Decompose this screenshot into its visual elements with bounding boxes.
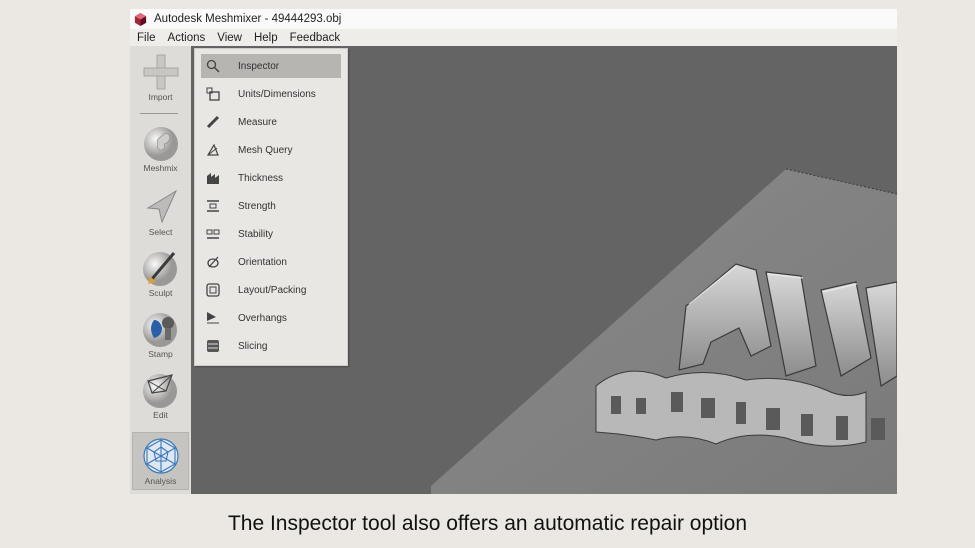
menu-item-label: Thickness <box>238 172 284 184</box>
thickness-icon <box>205 170 221 186</box>
orientation-icon <box>205 254 221 270</box>
slicing-icon <box>205 338 221 354</box>
menu-item-mesh-query[interactable]: Mesh Query <box>201 138 341 162</box>
magnifier-icon <box>205 58 221 74</box>
overhangs-icon <box>205 310 221 326</box>
menu-item-label: Layout/Packing <box>238 284 307 296</box>
menu-item-measure[interactable]: Measure <box>201 110 341 134</box>
meshmix-bunny-icon <box>143 127 178 161</box>
menu-item-label: Inspector <box>238 60 280 72</box>
ruler-icon <box>205 114 221 130</box>
sculpt-button[interactable]: Sculpt <box>130 249 191 298</box>
edit-icon <box>142 374 177 408</box>
plus-icon <box>143 54 178 90</box>
menu-file[interactable]: File <box>137 32 156 44</box>
menu-item-label: Overhangs <box>238 312 287 324</box>
menu-actions[interactable]: Actions <box>168 32 206 44</box>
import-label: Import <box>148 92 173 102</box>
menu-item-stability[interactable]: Stability <box>201 222 341 246</box>
menu-item-label: Units/Dimensions <box>238 88 316 100</box>
layout-packing-icon <box>205 282 221 298</box>
menu-view[interactable]: View <box>217 32 242 44</box>
edit-label: Edit <box>153 410 168 420</box>
menu-item-label: Strength <box>238 200 276 212</box>
meshmix-label: Meshmix <box>143 163 178 173</box>
select-button[interactable]: Select <box>130 188 191 237</box>
title-bar: Autodesk Meshmixer - 49444293.obj <box>130 9 897 29</box>
menu-item-thickness[interactable]: Thickness <box>201 166 341 190</box>
menu-bar: File Actions View Help Feedback <box>130 29 897 46</box>
mesh-query-icon <box>205 142 221 158</box>
menu-item-units-dimensions[interactable]: Units/Dimensions <box>201 82 341 106</box>
tool-sidebar: Import Meshmix Select Sculpt Stamp Edit … <box>130 46 191 494</box>
analysis-label: Analysis <box>144 476 177 486</box>
menu-help[interactable]: Help <box>254 32 278 44</box>
menu-item-label: Slicing <box>238 340 268 352</box>
toolbar-divider <box>140 113 178 114</box>
analysis-icon <box>142 438 179 474</box>
menu-item-label: Stability <box>238 228 274 240</box>
import-button[interactable]: Import <box>130 53 191 102</box>
edit-button[interactable]: Edit <box>130 371 191 420</box>
select-label: Select <box>148 227 173 237</box>
meshmixer-logo-icon <box>134 12 147 26</box>
units-icon <box>205 86 221 102</box>
select-arrow-icon <box>145 189 177 224</box>
menu-item-layout-packing[interactable]: Layout/Packing <box>201 278 341 302</box>
sculpt-label: Sculpt <box>148 288 173 298</box>
analysis-button[interactable]: Analysis <box>132 432 189 490</box>
strength-icon <box>205 198 221 214</box>
menu-item-strength[interactable]: Strength <box>201 194 341 218</box>
menu-item-overhangs[interactable]: Overhangs <box>201 306 341 330</box>
window-title: Autodesk Meshmixer - 49444293.obj <box>154 13 342 25</box>
sculpt-brush-icon <box>142 252 177 286</box>
menu-item-label: Mesh Query <box>238 144 293 156</box>
menu-item-inspector[interactable]: Inspector <box>201 54 341 78</box>
analysis-menu: Inspector Units/Dimensions Measure Mesh … <box>194 48 348 366</box>
stamp-label: Stamp <box>148 349 173 359</box>
video-caption: The Inspector tool also offers an automa… <box>227 512 748 535</box>
menu-item-label: Orientation <box>238 256 287 268</box>
meshmix-button[interactable]: Meshmix <box>130 124 191 173</box>
menu-feedback[interactable]: Feedback <box>290 32 341 44</box>
stability-icon <box>205 226 221 242</box>
stamp-button[interactable]: Stamp <box>130 310 191 359</box>
menu-item-orientation[interactable]: Orientation <box>201 250 341 274</box>
menu-item-label: Measure <box>238 116 277 128</box>
stamp-icon <box>142 313 177 347</box>
menu-item-slicing[interactable]: Slicing <box>201 334 341 358</box>
